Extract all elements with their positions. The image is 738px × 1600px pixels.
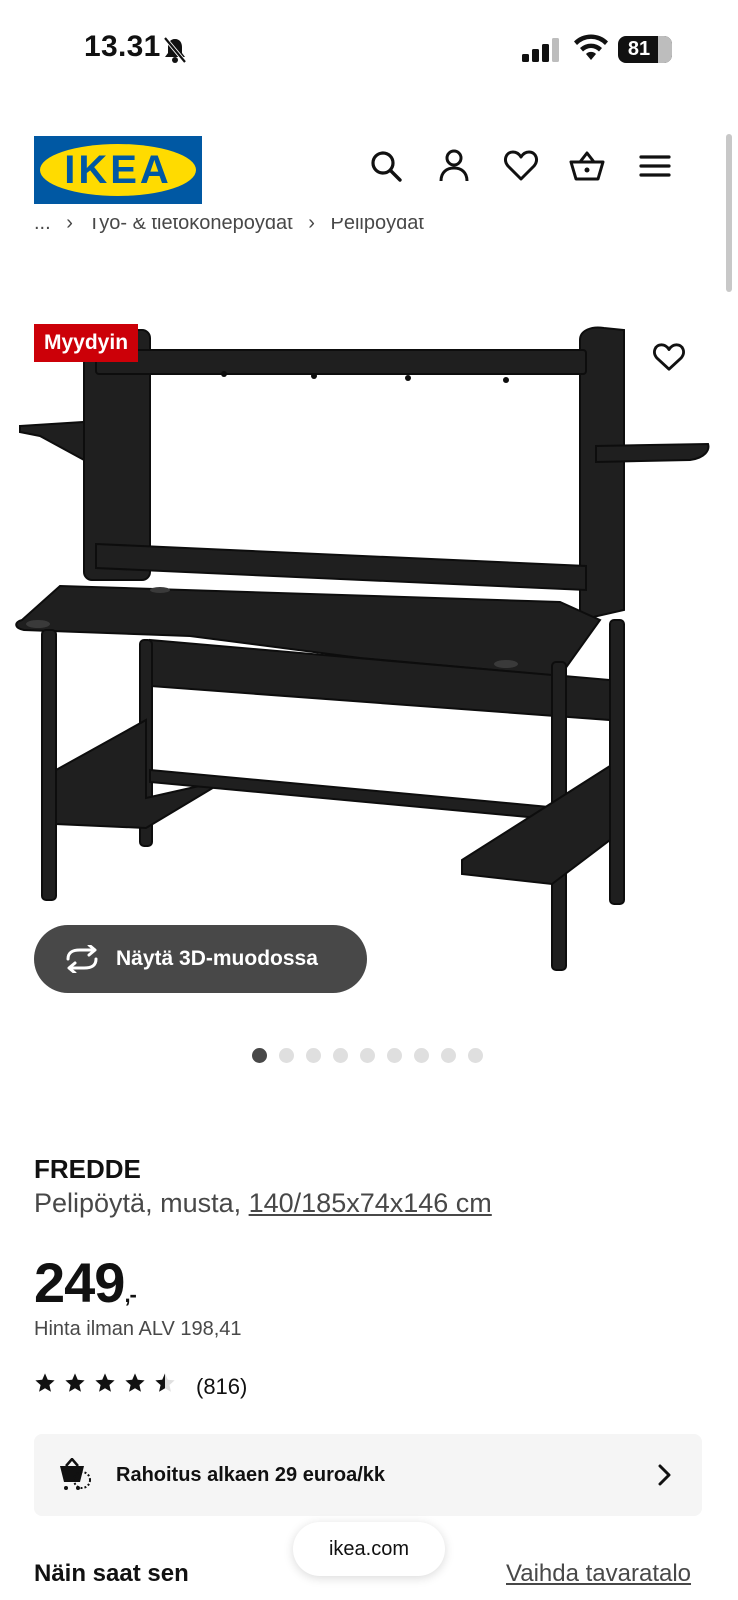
price-without-vat: Hinta ilman ALV 198,41 xyxy=(34,1318,242,1340)
change-store-link[interactable]: Vaihda tavaratalo xyxy=(506,1560,691,1588)
logo-text: IKEA xyxy=(64,148,172,192)
wifi-icon xyxy=(574,34,608,60)
browser-url-bar[interactable]: ikea.com xyxy=(293,1522,445,1576)
bell-muted-icon xyxy=(163,36,187,64)
product-image[interactable] xyxy=(0,300,738,1000)
product-dimensions-link[interactable]: 140/185x74x146 cm xyxy=(249,1188,492,1218)
carousel-dot[interactable] xyxy=(387,1048,402,1063)
search-icon[interactable] xyxy=(368,148,404,184)
battery-icon: 81 xyxy=(618,36,672,63)
product-price: 249,- xyxy=(34,1250,137,1315)
status-time: 13.31 xyxy=(84,30,161,63)
star-full-icon xyxy=(95,1373,115,1392)
breadcrumb-separator: › xyxy=(308,218,315,234)
product-description: Pelipöytä, musta, 140/185x74x146 cm xyxy=(34,1188,492,1219)
bestseller-badge: Myydyin xyxy=(34,324,139,362)
carousel-dot[interactable] xyxy=(360,1048,375,1063)
cart-icon[interactable] xyxy=(569,148,605,184)
breadcrumb: ... › Työ- & tietokonepöydät › Pelipöydä… xyxy=(34,218,434,244)
breadcrumb-separator: › xyxy=(66,218,73,234)
scrollbar[interactable] xyxy=(726,134,732,292)
carousel-dot[interactable] xyxy=(414,1048,429,1063)
heart-icon[interactable] xyxy=(503,148,539,184)
price-suffix: ,- xyxy=(124,1282,136,1307)
breadcrumb-item[interactable]: ... xyxy=(34,218,51,234)
view-3d-button[interactable]: Näytä 3D-muodossa xyxy=(34,925,367,993)
carousel-dot[interactable] xyxy=(252,1048,267,1063)
star-half-icon xyxy=(155,1373,175,1392)
carousel-dot[interactable] xyxy=(279,1048,294,1063)
product-name: FREDDE xyxy=(34,1154,141,1184)
battery-percent: 81 xyxy=(627,38,651,60)
financing-banner[interactable]: Rahoitus alkaen 29 euroa/kk xyxy=(34,1434,702,1516)
ikea-logo[interactable]: IKEA xyxy=(34,136,202,204)
star-full-icon xyxy=(65,1373,85,1392)
view-3d-label: Näytä 3D-muodossa xyxy=(116,947,318,970)
breadcrumb-item[interactable]: Työ- & tietokonepöydät xyxy=(88,218,293,234)
favourite-heart-icon[interactable] xyxy=(652,342,686,372)
status-bar: 13.31 81 xyxy=(0,0,738,100)
product-type: Pelipöytä, musta, xyxy=(34,1188,249,1218)
signal-icon xyxy=(522,38,559,62)
price-value: 249 xyxy=(34,1251,125,1314)
carousel-dot[interactable] xyxy=(333,1048,348,1063)
delivery-title: Näin saat sen xyxy=(34,1560,189,1587)
rotate-3d-icon xyxy=(66,945,98,973)
menu-icon[interactable] xyxy=(637,148,673,184)
carousel-dot[interactable] xyxy=(468,1048,483,1063)
site-header: IKEA xyxy=(0,130,738,212)
breadcrumb-item[interactable]: Pelipöydät xyxy=(330,218,423,234)
review-count[interactable]: (816) xyxy=(196,1372,247,1402)
chevron-right-icon xyxy=(658,1464,671,1486)
financing-label: Rahoitus alkaen 29 euroa/kk xyxy=(116,1464,386,1486)
star-full-icon xyxy=(125,1373,145,1392)
carousel-dot[interactable] xyxy=(306,1048,321,1063)
carousel-dot[interactable] xyxy=(441,1048,456,1063)
financing-icon xyxy=(60,1458,91,1490)
star-full-icon xyxy=(35,1373,55,1392)
account-icon[interactable] xyxy=(436,148,472,184)
